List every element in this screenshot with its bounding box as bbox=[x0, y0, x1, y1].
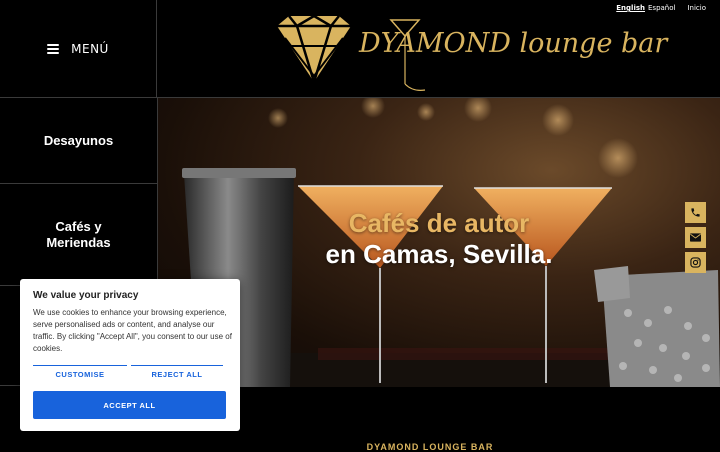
hamburger-icon bbox=[47, 43, 60, 54]
cookie-description: We use cookies to enhance your browsing … bbox=[33, 308, 232, 353]
accept-all-button[interactable]: ACCEPT ALL bbox=[33, 391, 226, 419]
language-bar: English Español Inicio bbox=[616, 4, 706, 12]
instagram-button[interactable] bbox=[685, 252, 706, 273]
reject-all-button[interactable]: REJECT ALL bbox=[131, 365, 223, 383]
mail-icon bbox=[690, 233, 701, 242]
diamond-logo-icon[interactable] bbox=[275, 14, 353, 84]
hero-title-line2: en Camas, Sevilla. bbox=[325, 239, 553, 269]
lang-english-link[interactable]: English bbox=[616, 4, 645, 12]
phone-button[interactable] bbox=[685, 202, 706, 223]
hero-title-line1: Cafés de autor bbox=[348, 208, 530, 238]
cocktail-glass-icon bbox=[389, 19, 426, 91]
home-link[interactable]: Inicio bbox=[687, 4, 706, 12]
cookie-title: We value your privacy bbox=[33, 290, 139, 301]
mail-button[interactable] bbox=[685, 227, 706, 248]
sidebar-item-label: Desayunos bbox=[43, 132, 114, 148]
menu-toggle-button[interactable]: MENÚ bbox=[0, 0, 157, 98]
cookie-consent-banner: We value your privacy We use cookies to … bbox=[20, 279, 240, 431]
sidebar-item-desayunos[interactable]: Desayunos bbox=[0, 98, 158, 184]
sidebar-item-cafes-meriendas[interactable]: Cafés y Meriendas bbox=[0, 184, 158, 286]
footer-brand: DYAMOND LOUNGE BAR bbox=[366, 442, 494, 452]
sidebar-item-label: Cafés y Meriendas bbox=[46, 218, 111, 250]
lang-spanish-link[interactable]: Español bbox=[648, 4, 675, 12]
phone-icon bbox=[691, 208, 700, 217]
customise-button[interactable]: CUSTOMISE bbox=[33, 365, 127, 383]
menu-label: MENÚ bbox=[71, 41, 109, 56]
logo-area: DYAMOND lounge bar English Español Inici… bbox=[157, 0, 720, 98]
instagram-icon bbox=[690, 257, 701, 268]
hero-banner: Cafés de autor en Camas, Sevilla. bbox=[158, 98, 720, 387]
